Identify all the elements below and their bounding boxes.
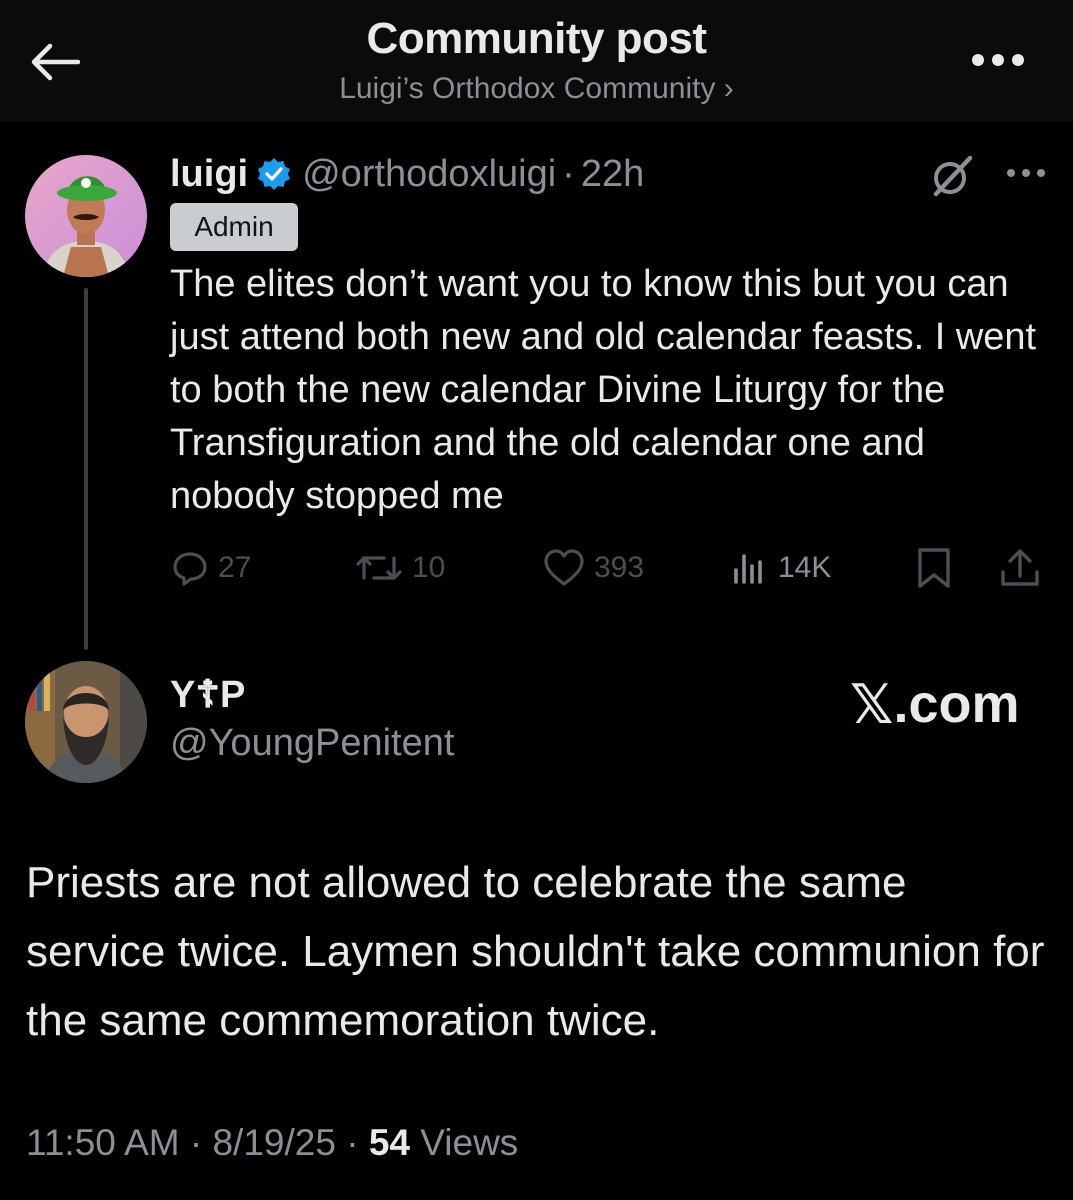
bookmark-button[interactable] [914, 540, 954, 596]
repost-count: 10 [412, 551, 446, 584]
post-time[interactable]: 22h [581, 153, 644, 196]
grok-button[interactable] [928, 152, 976, 200]
reply-views-count: 54 [368, 1122, 410, 1163]
post-actions: 27 10 393 14K [0, 540, 1073, 596]
reply-meta: 11:50 AM · 8/19/25 · 54 Views [26, 1122, 518, 1164]
views-count: 14K [778, 551, 832, 584]
avatar[interactable] [25, 661, 147, 783]
reply-author-handle[interactable]: @YoungPenitent [170, 722, 454, 765]
reply-author-name[interactable]: Y☦P [170, 672, 245, 717]
more-icon [972, 54, 1024, 66]
reply-views-label: Views [420, 1122, 519, 1163]
post-more-button[interactable] [996, 158, 1056, 188]
header: Community post Luigi’s Orthodox Communit… [0, 0, 1073, 122]
author-name[interactable]: luigi [170, 153, 248, 196]
repost-icon [356, 556, 402, 580]
views-icon [734, 554, 762, 584]
like-count: 393 [594, 551, 645, 584]
admin-badge: Admin [170, 203, 298, 251]
views-button[interactable]: 14K [730, 540, 831, 596]
reply-text: Priests are not allowed to celebrate the… [26, 858, 1045, 1045]
post-author-row: luigi @orthodoxluigi · 22h [170, 150, 644, 198]
more-icon [1007, 169, 1045, 177]
reply-time[interactable]: 11:50 AM [26, 1122, 180, 1163]
reply-count: 27 [218, 551, 252, 584]
reply-icon [173, 552, 207, 586]
grok-icon [933, 155, 973, 197]
page-title: Community post [366, 14, 707, 63]
separator-dot: · [189, 1122, 203, 1163]
page: Community post Luigi’s Orthodox Communit… [0, 0, 1073, 1200]
bookmark-icon [918, 548, 950, 588]
post-text: The elites don’t want you to know this b… [170, 263, 1037, 517]
separator-dot: · [562, 152, 575, 195]
x-com-watermark: 𝕏 .com [850, 672, 1020, 736]
share-icon [1001, 549, 1039, 586]
x-com-text: .com [893, 674, 1020, 734]
x-logo-icon: 𝕏 [850, 672, 894, 736]
community-link[interactable]: Luigi’s Orthodox Community › [0, 72, 1073, 106]
avatar[interactable] [25, 155, 147, 277]
share-button[interactable] [998, 540, 1042, 596]
like-icon [544, 549, 584, 586]
reply-date[interactable]: 8/19/25 [212, 1122, 335, 1163]
author-handle[interactable]: @orthodoxluigi [302, 153, 556, 196]
more-options-button[interactable] [962, 40, 1034, 80]
separator-dot: · [346, 1122, 359, 1163]
reply-button[interactable]: 27 [170, 540, 251, 596]
repost-button[interactable]: 10 [354, 540, 445, 596]
like-button[interactable]: 393 [542, 540, 644, 596]
verified-icon [256, 156, 292, 192]
